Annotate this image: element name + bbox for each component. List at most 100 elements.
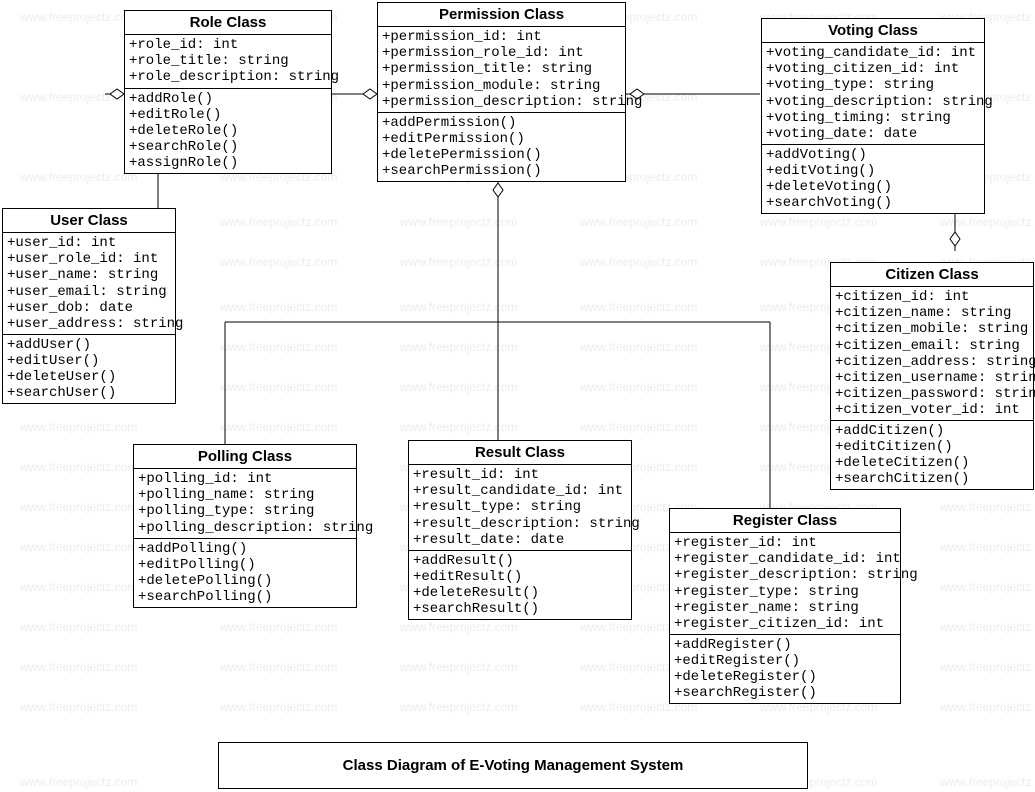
class-register: Register Class +register_id: int+registe… [669, 508, 901, 704]
class-title: Result Class [409, 441, 631, 465]
watermark: www.freeprojectz.com [20, 460, 137, 474]
line: +searchCitizen() [835, 471, 1031, 487]
watermark: www.freeprojectz.com [20, 90, 137, 104]
attrs: +register_id: int+register_candidate_id:… [670, 533, 900, 635]
watermark: www.freeprojectz.com [400, 300, 517, 314]
watermark: www.freeprojectz.com [20, 540, 137, 554]
attrs: +role_id: int+role_title: string+role_de… [125, 35, 331, 88]
line: +addUser() [7, 337, 173, 353]
line: +register_name: string [674, 600, 898, 616]
line: +voting_citizen_id: int [766, 61, 982, 77]
attrs: +polling_id: int+polling_name: string+po… [134, 469, 356, 538]
line: +result_id: int [413, 467, 629, 483]
line: +permission_title: string [382, 61, 623, 77]
methods: +addCitizen()+editCitizen()+deleteCitize… [831, 421, 1033, 489]
line: +voting_timing: string [766, 110, 982, 126]
line: +addPermission() [382, 115, 623, 131]
watermark: www.freeprojectz.com [400, 620, 517, 634]
line: +polling_id: int [138, 471, 354, 487]
class-voting: Voting Class +voting_candidate_id: int+v… [761, 18, 985, 214]
line: +searchRegister() [674, 685, 898, 701]
watermark: www.freeprojectz.com [940, 700, 1035, 714]
watermark: www.freeprojectz.com [20, 620, 137, 634]
class-user: User Class +user_id: int+user_role_id: i… [2, 208, 176, 404]
watermark: www.freeprojectz.com [20, 420, 137, 434]
line: +deleteCitizen() [835, 455, 1031, 471]
line: +citizen_name: string [835, 305, 1031, 321]
watermark: www.freeprojectz.com [20, 580, 137, 594]
attrs: +permission_id: int+permission_role_id: … [378, 27, 625, 112]
attrs: +user_id: int+user_role_id: int+user_nam… [3, 233, 175, 335]
line: +citizen_username: string [835, 370, 1031, 386]
class-polling: Polling Class +polling_id: int+polling_n… [133, 444, 357, 608]
line: +user_address: string [7, 316, 173, 332]
line: +searchVoting() [766, 195, 982, 211]
watermark: www.freeprojectz.com [400, 420, 517, 434]
line: +searchRole() [129, 139, 329, 155]
line: +editUser() [7, 353, 173, 369]
line: +register_citizen_id: int [674, 616, 898, 632]
line: +editPermission() [382, 131, 623, 147]
watermark: www.freeprojectz.com [220, 420, 337, 434]
line: +polling_name: string [138, 487, 354, 503]
line: +searchUser() [7, 385, 173, 401]
line: +searchPolling() [138, 589, 354, 605]
class-title: Register Class [670, 509, 900, 533]
class-title: Citizen Class [831, 263, 1033, 287]
line: +deletePermission() [382, 147, 623, 163]
class-title: Permission Class [378, 3, 625, 27]
line: +addCitizen() [835, 423, 1031, 439]
line: +searchPermission() [382, 163, 623, 179]
class-permission: Permission Class +permission_id: int+per… [377, 2, 626, 182]
watermark: www.freeprojectz.com [580, 420, 697, 434]
class-role: Role Class +role_id: int+role_title: str… [124, 10, 332, 174]
line: +citizen_address: string [835, 354, 1031, 370]
watermark: www.freeprojectz.com [20, 660, 137, 674]
watermark: www.freeprojectz.com [220, 620, 337, 634]
class-title: Role Class [125, 11, 331, 35]
line: +deletePolling() [138, 573, 354, 589]
watermark: www.freeprojectz.com [220, 700, 337, 714]
line: +addVoting() [766, 147, 982, 163]
line: +user_id: int [7, 235, 173, 251]
line: +role_description: string [129, 69, 329, 85]
class-title: Voting Class [762, 19, 984, 43]
watermark: www.freeprojectz.com [940, 540, 1035, 554]
watermark: www.freeprojectz.com [20, 170, 137, 184]
line: +editRole() [129, 107, 329, 123]
watermark: www.freeprojectz.com [220, 215, 337, 229]
line: +voting_date: date [766, 126, 982, 142]
line: +user_dob: date [7, 300, 173, 316]
line: +result_candidate_id: int [413, 483, 629, 499]
line: +addPolling() [138, 541, 354, 557]
watermark: www.freeprojectz.com [760, 215, 877, 229]
watermark: www.freeprojectz.com [220, 340, 337, 354]
watermark: www.freeprojectz.com [940, 500, 1035, 514]
methods: +addPermission()+editPermission()+delete… [378, 113, 625, 181]
line: +editCitizen() [835, 439, 1031, 455]
methods: +addPolling()+editPolling()+deletePollin… [134, 539, 356, 607]
methods: +addUser()+editUser()+deleteUser()+searc… [3, 335, 175, 403]
methods: +addRole()+editRole()+deleteRole()+searc… [125, 89, 331, 173]
line: +user_name: string [7, 267, 173, 283]
diagram-title: Class Diagram of E-Voting Management Sys… [218, 742, 808, 789]
line: +role_id: int [129, 37, 329, 53]
watermark: www.freeprojectz.com [580, 215, 697, 229]
line: +register_id: int [674, 535, 898, 551]
line: +addResult() [413, 553, 629, 569]
attrs: +citizen_id: int+citizen_name: string+ci… [831, 287, 1033, 421]
line: +assignRole() [129, 155, 329, 171]
line: +deleteRegister() [674, 669, 898, 685]
line: +result_date: date [413, 532, 629, 548]
line: +citizen_email: string [835, 338, 1031, 354]
line: +user_email: string [7, 284, 173, 300]
watermark: www.freeprojectz.com [580, 340, 697, 354]
watermark: www.freeprojectz.com [20, 775, 137, 789]
watermark: www.freeprojectz.com [940, 215, 1035, 229]
line: +user_role_id: int [7, 251, 173, 267]
attrs: +voting_candidate_id: int+voting_citizen… [762, 43, 984, 145]
line: +deleteVoting() [766, 179, 982, 195]
line: +editPolling() [138, 557, 354, 573]
line: +result_type: string [413, 499, 629, 515]
watermark: www.freeprojectz.com [220, 660, 337, 674]
